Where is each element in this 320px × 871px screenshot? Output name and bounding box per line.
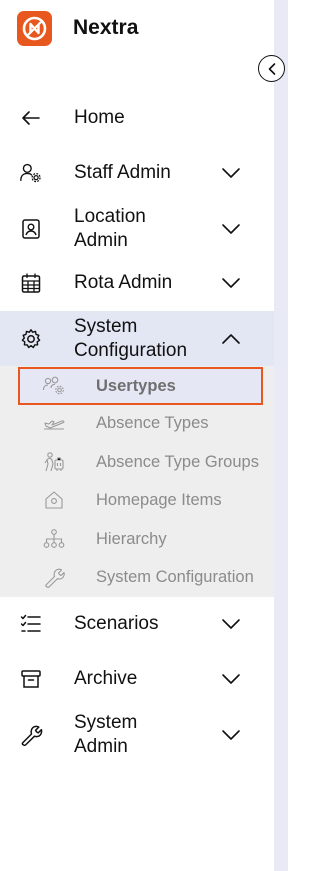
submenu-item-hierarchy[interactable]: Hierarchy: [0, 520, 274, 558]
chevron-up-icon[interactable]: [219, 327, 243, 351]
submenu-label-hierarchy: Hierarchy: [96, 529, 167, 548]
chevron-down-icon[interactable]: [219, 667, 243, 691]
home-icon: [42, 488, 66, 512]
checklist-icon: [19, 612, 43, 636]
nav-label-staff-admin: Staff Admin: [74, 162, 171, 183]
main-content-edge: [274, 0, 288, 871]
nav-label-location-admin-line2: Admin: [74, 230, 128, 251]
chevron-down-icon[interactable]: [219, 217, 243, 241]
nav-item-home[interactable]: Home: [0, 106, 274, 130]
chevron-down-icon[interactable]: [219, 723, 243, 747]
calendar-icon: [19, 271, 43, 295]
nav-item-staff-admin[interactable]: Staff Admin: [0, 161, 274, 185]
submenu-label-system-configuration: System Configuration: [96, 567, 254, 586]
nav-item-archive[interactable]: Archive: [0, 667, 274, 691]
gear-icon: [19, 327, 43, 351]
sidebar: Nextra Home Staff Admin Location Admin R…: [0, 0, 274, 871]
chevron-down-icon[interactable]: [219, 161, 243, 185]
user-gear-icon: [19, 161, 43, 185]
brand[interactable]: Nextra: [17, 10, 138, 46]
hierarchy-icon: [42, 527, 66, 551]
submenu-item-system-configuration[interactable]: System Configuration: [0, 558, 274, 596]
group-travel-icon: [42, 450, 66, 474]
submenu-item-usertypes[interactable]: Usertypes: [0, 367, 274, 405]
wrench-icon: [19, 723, 43, 747]
submenu-label-absence-type-groups: Absence Type Groups: [96, 452, 259, 471]
nav-item-system-configuration[interactable]: System Configuration: [0, 311, 274, 366]
arrow-left-icon: [19, 106, 43, 130]
nav-item-rota-admin[interactable]: Rota Admin: [0, 271, 274, 295]
chevron-left-circle-icon[interactable]: [258, 55, 285, 82]
nav-item-system-admin[interactable]: System Admin: [0, 711, 274, 759]
nav-label-system-admin-line1: System: [74, 712, 138, 733]
submenu-item-absence-type-groups[interactable]: Absence Type Groups: [0, 443, 274, 481]
submenu-item-homepage-items[interactable]: Homepage Items: [0, 481, 274, 519]
plane-departure-icon: [42, 411, 66, 435]
nextra-logo-icon: [17, 10, 52, 46]
nav-label-home: Home: [74, 107, 125, 128]
wrench-icon: [42, 565, 66, 589]
submenu-label-absence-types: Absence Types: [96, 413, 209, 432]
nav-label-rota-admin: Rota Admin: [74, 272, 173, 293]
nav-label-location-admin-line1: Location: [74, 206, 146, 227]
nav-label-system-configuration-line1: System: [74, 316, 138, 337]
submenu-item-absence-types[interactable]: Absence Types: [0, 404, 274, 442]
nav-label-scenarios: Scenarios: [74, 613, 159, 634]
nav-item-scenarios[interactable]: Scenarios: [0, 612, 274, 636]
users-gear-icon: [42, 374, 66, 398]
chevron-down-icon[interactable]: [219, 271, 243, 295]
brand-name: Nextra: [73, 16, 139, 39]
nav-item-location-admin[interactable]: Location Admin: [0, 205, 274, 253]
nav-label-archive: Archive: [74, 668, 138, 689]
nav-label-system-admin-line2: Admin: [74, 736, 128, 757]
nav-label-system-configuration-line2: Configuration: [74, 340, 188, 361]
chevron-down-icon[interactable]: [219, 612, 243, 636]
submenu-label-homepage-items: Homepage Items: [96, 490, 222, 509]
submenu-label-usertypes: Usertypes: [96, 376, 176, 395]
id-badge-icon: [19, 217, 43, 241]
archive-box-icon: [19, 667, 43, 691]
